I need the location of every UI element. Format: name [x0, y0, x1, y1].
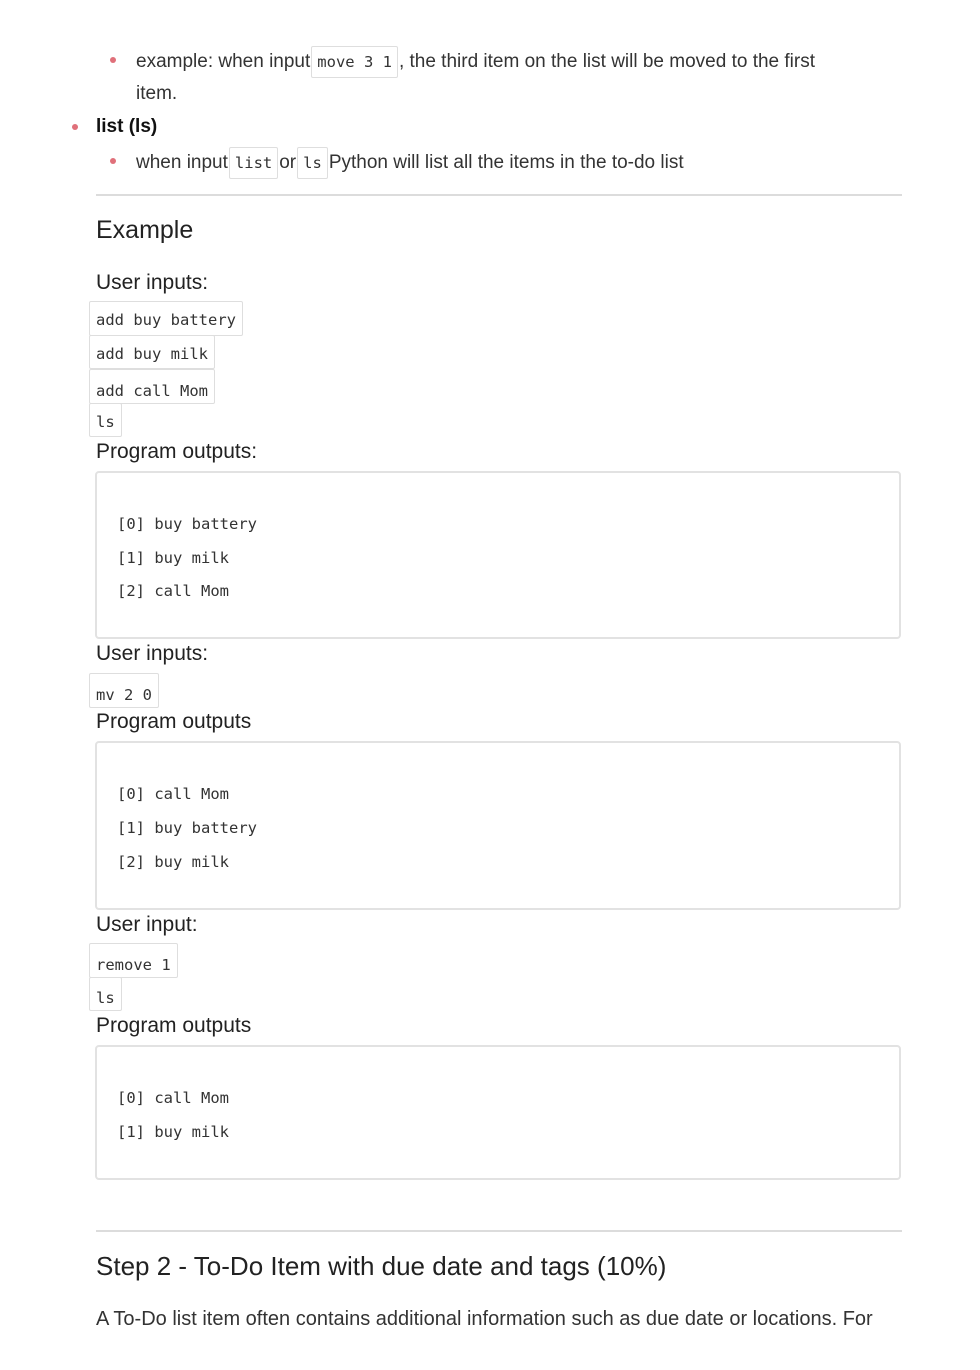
output-line: [2] buy milk	[117, 853, 229, 871]
inline-code-list: list	[228, 147, 279, 179]
bullet-icon	[72, 124, 78, 130]
example-heading: Example	[96, 216, 194, 244]
program-output-box: [0] call Mom [1] buy battery [2] buy mil…	[95, 741, 901, 910]
program-outputs-label: Program outputs	[96, 710, 252, 733]
step2-paragraph: A To-Do list item often contains additio…	[96, 1308, 873, 1330]
user-input-label: User input:	[96, 913, 198, 936]
divider	[96, 194, 902, 196]
code-input: ls	[89, 977, 122, 1011]
move-example-continuation: item.	[136, 83, 178, 104]
output-line: [0] call Mom	[117, 785, 229, 803]
divider	[96, 1230, 902, 1232]
list-or-text: or	[279, 152, 297, 174]
step2-heading: Step 2 - To-Do Item with due date and ta…	[96, 1251, 667, 1281]
output-line: [2] call Mom	[117, 582, 229, 600]
output-line: [1] buy milk	[117, 1123, 229, 1141]
code-input: remove 1	[89, 943, 178, 978]
list-description: when input list or ls Python will list all t…	[136, 147, 684, 179]
bullet-icon	[110, 57, 116, 63]
code-input: add buy battery	[89, 301, 243, 336]
user-inputs-label: User inputs:	[96, 642, 209, 665]
user-inputs-label: User inputs:	[96, 271, 209, 294]
output-line: [0] call Mom	[117, 1089, 229, 1107]
program-output-box: [0] call Mom [1] buy milk	[95, 1045, 901, 1180]
output-line: [1] buy milk	[117, 549, 229, 567]
code-input: mv 2 0	[89, 673, 159, 708]
inline-code-ls: ls	[297, 147, 328, 179]
code-input: add buy milk	[89, 335, 215, 369]
list-desc-prefix: when input	[136, 152, 228, 174]
move-example-prefix: example: when input	[136, 51, 311, 73]
list-command-title: list (ls)	[96, 116, 158, 137]
bullet-icon	[110, 158, 116, 164]
code-input: ls	[89, 403, 122, 437]
output-line: [1] buy battery	[117, 819, 257, 837]
move-example-line: example: when input move 3 1, the third i…	[136, 46, 815, 78]
inline-code-move: move 3 1	[311, 46, 398, 78]
move-example-suffix: , the third item on the list will be mov…	[398, 51, 816, 73]
program-outputs-label: Program outputs	[96, 1014, 252, 1037]
program-outputs-label: Program outputs:	[96, 440, 258, 463]
code-input: add call Mom	[89, 369, 215, 404]
program-output-box: [0] buy battery [1] buy milk [2] call Mo…	[95, 471, 901, 639]
list-desc-suffix: Python will list all the items in the to…	[328, 152, 684, 174]
output-line: [0] buy battery	[117, 515, 257, 533]
